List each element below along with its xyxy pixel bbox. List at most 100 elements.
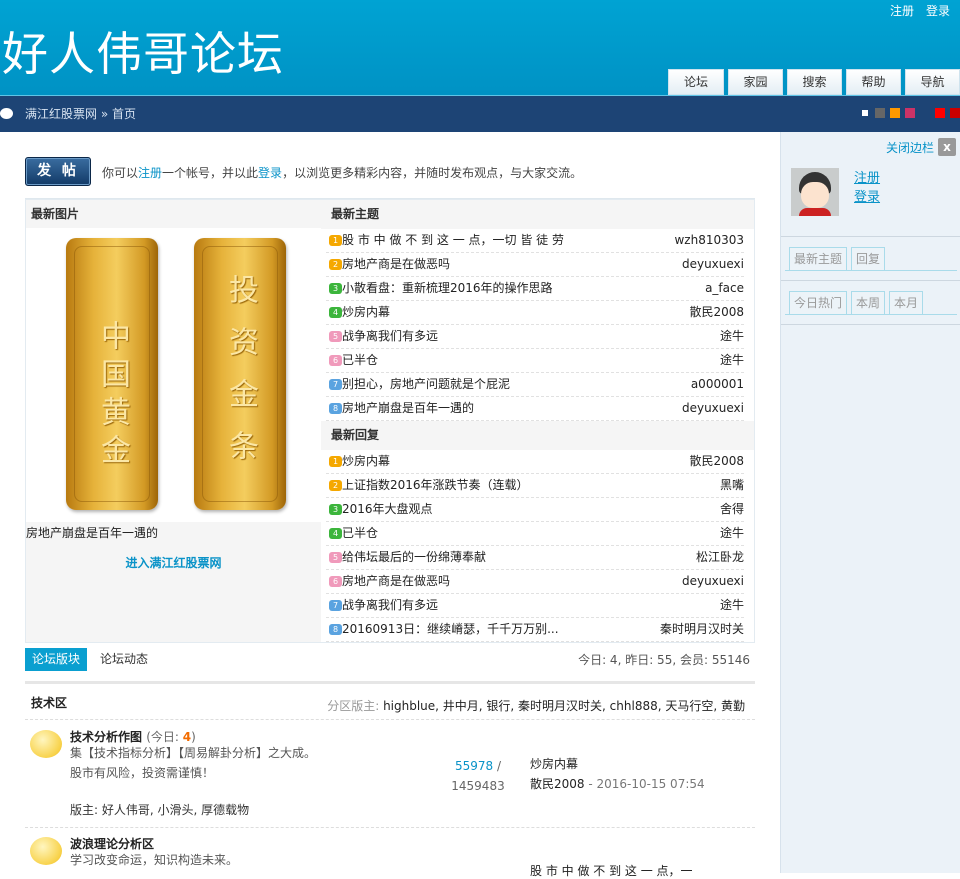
item-title[interactable]: 小散看盘：重新梳理2016年的操作思路 bbox=[342, 281, 553, 295]
list-item[interactable]: 7 战争离我们有多远 途牛 bbox=[326, 594, 744, 618]
group-title[interactable]: 技术区 bbox=[31, 694, 67, 711]
nav-guide[interactable]: 导航 bbox=[905, 69, 960, 95]
theme-swatch[interactable] bbox=[860, 108, 870, 118]
item-title[interactable]: 给伟坛最后的一份绵薄奉献 bbox=[342, 550, 486, 564]
item-author[interactable]: deyuxuexi bbox=[682, 253, 744, 275]
theme-swatch[interactable] bbox=[905, 108, 915, 118]
tab-replies[interactable]: 回复 bbox=[851, 247, 886, 270]
item-title[interactable]: 炒房内幕 bbox=[342, 305, 390, 319]
list-item[interactable]: 4 炒房内幕 散民2008 bbox=[326, 301, 744, 325]
forum-desc-2: 股市有风险，投资需谨慎！ bbox=[70, 766, 215, 780]
item-author[interactable]: 途牛 bbox=[720, 594, 744, 616]
list-item[interactable]: 3 小散看盘：重新梳理2016年的操作思路 a_face bbox=[326, 277, 744, 301]
item-title[interactable]: 战争离我们有多远 bbox=[342, 329, 438, 343]
item-title[interactable]: 房地产崩盘是百年一遇的 bbox=[342, 401, 474, 415]
list-item[interactable]: 4 已半仓 途牛 bbox=[326, 522, 744, 546]
item-title[interactable]: 已半仓 bbox=[342, 526, 378, 540]
item-author[interactable]: a_face bbox=[705, 277, 744, 299]
forum-moderators[interactable]: 版主: 好人伟哥, 小滑头, 厚德载物 bbox=[70, 800, 249, 820]
item-author[interactable]: 散民2008 bbox=[689, 450, 744, 472]
tab-month[interactable]: 本月 bbox=[889, 291, 924, 314]
theme-swatch[interactable] bbox=[920, 108, 930, 118]
item-author[interactable]: 途牛 bbox=[720, 325, 744, 347]
rank-4-icon: 4 bbox=[329, 307, 342, 318]
list-item[interactable]: 7 别担心，房地产问题就是个屁泥 a000001 bbox=[326, 373, 744, 397]
register-link[interactable]: 注册 bbox=[890, 4, 914, 18]
new-post-button[interactable]: 发 帖 bbox=[25, 157, 91, 186]
breadcrumb-sep: » bbox=[100, 107, 109, 121]
tab-latest-threads[interactable]: 最新主题 bbox=[789, 247, 848, 270]
item-author[interactable]: 途牛 bbox=[720, 349, 744, 371]
gold-bar-image[interactable]: 中国黄金 投资金条 bbox=[26, 228, 321, 522]
rank-8-icon: 8 bbox=[329, 403, 342, 414]
picture-caption[interactable]: 房地产崩盘是百年一遇的 bbox=[26, 524, 158, 541]
nav-search[interactable]: 搜索 bbox=[787, 69, 842, 95]
item-title[interactable]: 股 市 中 做 不 到 这 一 点，一切 皆 徒 劳 bbox=[342, 233, 564, 247]
thread-count: 55978 bbox=[454, 759, 494, 773]
rank-2-icon: 2 bbox=[329, 259, 342, 270]
forum-name[interactable]: 技术分析作图 bbox=[70, 730, 142, 744]
intro-login-link[interactable]: 登录 bbox=[258, 166, 282, 180]
close-sidebar-link[interactable]: 关闭边栏 bbox=[886, 139, 934, 156]
theme-swatch[interactable] bbox=[890, 108, 900, 118]
rank-6-icon: 6 bbox=[329, 355, 342, 366]
new-replies-title: 最新回复 bbox=[321, 421, 754, 450]
item-author[interactable]: 舍得 bbox=[720, 498, 744, 520]
theme-swatch[interactable] bbox=[875, 108, 885, 118]
breadcrumb-site[interactable]: 满江红股票网 bbox=[25, 107, 97, 121]
item-title[interactable]: 炒房内幕 bbox=[342, 454, 390, 468]
item-author[interactable]: 黑嘴 bbox=[720, 474, 744, 496]
item-author[interactable]: deyuxuexi bbox=[682, 397, 744, 419]
last-post-title[interactable]: 股 市 中 做 不 到 这 一 点，一 bbox=[530, 862, 693, 879]
intro-text: 你可以注册一个帐号，并以此登录，以浏览更多精彩内容，并随时发布观点，与大家交流。 bbox=[102, 166, 583, 180]
item-author[interactable]: deyuxuexi bbox=[682, 570, 744, 592]
rank-3-icon: 3 bbox=[329, 283, 342, 294]
item-author[interactable]: a000001 bbox=[691, 373, 744, 395]
last-post-title[interactable]: 炒房内幕 bbox=[530, 754, 705, 774]
theme-swatch[interactable] bbox=[935, 108, 945, 118]
item-title[interactable]: 已半仓 bbox=[342, 353, 378, 367]
tab-forum-activity[interactable]: 论坛动态 bbox=[93, 648, 155, 671]
site-logo[interactable]: 好人伟哥论坛 bbox=[2, 18, 284, 84]
list-item[interactable]: 3 2016年大盘观点 舍得 bbox=[326, 498, 744, 522]
item-title[interactable]: 2016年大盘观点 bbox=[342, 502, 433, 516]
list-item[interactable]: 2 上证指数2016年涨跌节奏（连载） 黑嘴 bbox=[326, 474, 744, 498]
list-item[interactable]: 1股 市 中 做 不 到 这 一 点，一切 皆 徒 劳 wzh810303 bbox=[326, 229, 744, 253]
nav-forum[interactable]: 论坛 bbox=[668, 69, 724, 95]
forum-name[interactable]: 波浪理论分析区 bbox=[70, 837, 154, 851]
item-title[interactable]: 别担心，房地产问题就是个屁泥 bbox=[342, 377, 510, 391]
list-item[interactable]: 5 战争离我们有多远 途牛 bbox=[326, 325, 744, 349]
sidebar-login-link[interactable]: 登录 bbox=[854, 188, 880, 207]
list-item[interactable]: 2 房地产商是在做恶吗 deyuxuexi bbox=[326, 253, 744, 277]
breadcrumb-page[interactable]: 首页 bbox=[112, 107, 136, 121]
list-item[interactable]: 6 已半仓 途牛 bbox=[326, 349, 744, 373]
list-item[interactable]: 1 炒房内幕 散民2008 bbox=[326, 450, 744, 474]
item-author[interactable]: 散民2008 bbox=[689, 301, 744, 323]
intro-register-link[interactable]: 注册 bbox=[138, 166, 162, 180]
nav-home[interactable]: 家园 bbox=[728, 69, 783, 95]
nav-help[interactable]: 帮助 bbox=[846, 69, 901, 95]
sidebar-register-link[interactable]: 注册 bbox=[854, 169, 880, 188]
last-post-user[interactable]: 散民2008 bbox=[530, 777, 585, 791]
item-title[interactable]: 房地产商是在做恶吗 bbox=[342, 257, 450, 271]
close-icon[interactable]: x bbox=[938, 138, 956, 156]
tab-forum-sections[interactable]: 论坛版块 bbox=[25, 648, 88, 671]
item-author[interactable]: 秦时明月汉时关 bbox=[660, 618, 744, 640]
list-item[interactable]: 5 给伟坛最后的一份绵薄奉献 松江卧龙 bbox=[326, 546, 744, 570]
tab-today-hot[interactable]: 今日热门 bbox=[789, 291, 848, 314]
list-item[interactable]: 6 房地产商是在做恶吗 deyuxuexi bbox=[326, 570, 744, 594]
item-author[interactable]: 松江卧龙 bbox=[696, 546, 744, 568]
list-item[interactable]: 8 20160913日：继续嵴瑟，千千万万别... 秦时明月汉时关 bbox=[326, 618, 744, 642]
group-moderators[interactable]: highblue, 井中月, 银行, 秦时明月汉时关, chhl888, 天马行… bbox=[383, 699, 745, 713]
theme-swatch[interactable] bbox=[950, 108, 960, 118]
item-title[interactable]: 20160913日：继续嵴瑟，千千万万别... bbox=[342, 622, 559, 636]
item-author[interactable]: wzh810303 bbox=[674, 229, 744, 251]
item-title[interactable]: 上证指数2016年涨跌节奏（连载） bbox=[342, 478, 529, 492]
enter-site-link[interactable]: 进入满江红股票网 bbox=[26, 554, 321, 571]
login-link[interactable]: 登录 bbox=[926, 4, 950, 18]
tab-week[interactable]: 本周 bbox=[851, 291, 886, 314]
item-title[interactable]: 房地产商是在做恶吗 bbox=[342, 574, 450, 588]
item-author[interactable]: 途牛 bbox=[720, 522, 744, 544]
list-item[interactable]: 8 房地产崩盘是百年一遇的 deyuxuexi bbox=[326, 397, 744, 421]
item-title[interactable]: 战争离我们有多远 bbox=[342, 598, 438, 612]
